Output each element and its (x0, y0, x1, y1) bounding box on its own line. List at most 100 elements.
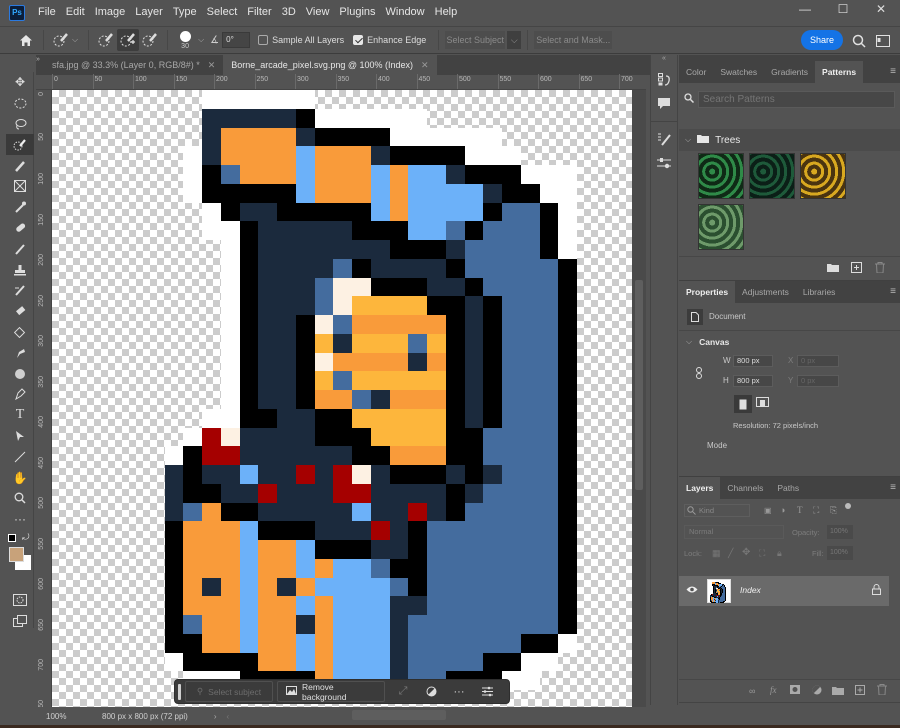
scrollbar-thumb[interactable] (635, 280, 643, 490)
panel-menu-icon[interactable]: ≡ (890, 482, 896, 493)
swap-colors-icon[interactable]: ⤾ (22, 532, 30, 543)
default-colors-icon[interactable] (8, 533, 16, 542)
eraser-tool-icon[interactable] (6, 301, 34, 322)
workspace-icon[interactable] (872, 30, 894, 52)
layer-row[interactable]: Index (679, 576, 889, 606)
tab-properties[interactable]: Properties (679, 281, 736, 303)
menu-select[interactable]: Select (202, 0, 243, 25)
tab-channels[interactable]: Channels (720, 477, 770, 499)
zoom-level[interactable]: 100% (46, 712, 100, 721)
tab-patterns[interactable]: Patterns (815, 61, 864, 83)
filter-adjustment-icon[interactable]: ◑ (780, 505, 785, 515)
lock-artboard-icon[interactable]: ⛶ (759, 548, 765, 559)
checkbox-checked[interactable] (353, 35, 364, 45)
lock-position-icon[interactable]: ✥ (742, 547, 750, 558)
add-mask-icon[interactable] (790, 685, 800, 697)
sponge-tool-icon[interactable] (6, 363, 34, 384)
tab-gradients[interactable]: Gradients (764, 61, 815, 83)
lock-transparent-icon[interactable]: ▦ (712, 548, 721, 559)
delete-layer-icon[interactable] (877, 684, 887, 698)
transform-icon[interactable]: ⤢ (389, 681, 417, 702)
lock-pixels-icon[interactable]: ╱ (728, 548, 733, 559)
adjustment-icon[interactable] (417, 681, 445, 702)
chevron-down-icon[interactable]: ⌵ (72, 35, 78, 45)
close-tab-icon[interactable]: ✕ (421, 60, 429, 71)
type-tool-icon[interactable]: T (6, 405, 34, 426)
menu-filter[interactable]: Filter (242, 0, 276, 25)
new-layer-icon[interactable] (855, 685, 865, 698)
object-selection-tool-icon[interactable] (6, 155, 34, 176)
filter-toggle[interactable] (845, 503, 851, 509)
clone-stamp-tool-icon[interactable] (6, 259, 34, 280)
history-brush-tool-icon[interactable] (6, 280, 34, 301)
more-tools-icon[interactable]: ··· (6, 509, 34, 530)
select-subject-dropdown[interactable]: ⌵ (507, 31, 522, 49)
select-subject-button[interactable]: Select Subject (445, 31, 506, 49)
tab-sfa-jpg[interactable]: sfa.jpg @ 33.3% (Layer 0, RGB/8#) * ✕ (44, 55, 224, 75)
smudge-tool-icon[interactable] (6, 342, 34, 363)
healing-brush-tool-icon[interactable] (6, 218, 34, 239)
x-input[interactable]: 0 px (797, 355, 839, 367)
comments-icon[interactable] (651, 92, 677, 116)
minimize-button[interactable]: — (786, 0, 824, 18)
horizontal-scrollbar-thumb[interactable] (352, 710, 446, 720)
menu-layer[interactable]: Layer (130, 0, 168, 25)
pen-tool-icon[interactable] (6, 384, 34, 405)
tab-borne-arcade[interactable]: Borne_arcade_pixel.svg.png @ 100% (Index… (223, 55, 437, 75)
lock-all-icon[interactable]: 🔒︎ (777, 548, 782, 559)
menu-edit[interactable]: Edit (61, 0, 90, 25)
home-icon[interactable] (15, 29, 37, 51)
zoom-tool-icon[interactable] (6, 488, 34, 509)
filter-pixel-icon[interactable]: ▣ (764, 506, 772, 515)
filter-type-icon[interactable]: T (797, 505, 803, 515)
maximize-button[interactable]: ☐ (824, 0, 862, 18)
chevron-down-icon[interactable]: ⌵ (685, 135, 691, 145)
select-subject-button[interactable]: ⚲ Select subject (185, 681, 273, 702)
select-and-mask-button[interactable]: Select and Mask... (534, 31, 613, 49)
collapse-toolbar-icon[interactable]: » (36, 55, 44, 75)
layer-style-fx-icon[interactable]: fx (770, 685, 777, 695)
checkbox-unchecked[interactable] (258, 35, 269, 45)
foreground-color-swatch[interactable] (9, 546, 24, 562)
search-icon[interactable] (848, 30, 870, 52)
vertical-scrollbar[interactable] (632, 90, 646, 707)
chevron-down-icon[interactable]: ⌵ (198, 35, 204, 45)
angle-input[interactable]: 0° (222, 32, 251, 48)
menu-3d[interactable]: 3D (277, 0, 301, 25)
menu-image[interactable]: Image (90, 0, 131, 25)
paint-bucket-tool-icon[interactable] (6, 322, 34, 343)
filter-shape-icon[interactable]: ⛶ (813, 505, 819, 516)
tab-swatches[interactable]: Swatches (713, 61, 764, 83)
quick-mask-icon[interactable] (6, 590, 34, 611)
tab-libraries[interactable]: Libraries (796, 281, 843, 303)
new-pattern-icon[interactable] (851, 262, 862, 276)
blend-mode-select[interactable]: Normal (684, 525, 784, 539)
new-group-icon[interactable] (832, 686, 844, 698)
menu-window[interactable]: Window (381, 0, 430, 25)
tab-paths[interactable]: Paths (770, 477, 806, 499)
fill-input[interactable]: 100% (827, 546, 853, 560)
status-collapse-icon[interactable]: ‹ (227, 712, 230, 721)
canvas-section-header[interactable]: ⌵ Canvas (679, 331, 900, 353)
hand-tool-icon[interactable]: ✋ (6, 467, 34, 488)
pattern-group-trees[interactable]: ⌵ Trees (679, 129, 900, 151)
collapse-panels-icon[interactable]: « (651, 55, 677, 65)
y-input[interactable]: 0 px (797, 375, 839, 387)
close-button[interactable]: ✕ (862, 0, 900, 18)
eyedropper-tool-icon[interactable] (6, 197, 34, 218)
opacity-input[interactable]: 100% (827, 525, 853, 539)
move-tool-icon[interactable]: ✥ (6, 72, 34, 93)
lasso-tool-icon[interactable] (6, 114, 34, 135)
layer-filter-kind[interactable]: Kind (684, 504, 750, 517)
enhance-edge-checkbox[interactable]: Enhance Edge (353, 35, 426, 45)
more-options-icon[interactable]: ··· (445, 681, 473, 702)
width-input[interactable]: 800 px (733, 355, 773, 367)
share-button[interactable]: Share (801, 30, 843, 50)
portrait-orientation-button[interactable] (734, 395, 752, 413)
trash-icon[interactable] (875, 262, 885, 276)
search-patterns-input[interactable] (698, 90, 895, 108)
screen-mode-icon[interactable] (6, 610, 34, 631)
menu-type[interactable]: Type (168, 0, 202, 25)
history-icon[interactable] (651, 68, 677, 92)
remove-background-button[interactable]: Remove background (277, 681, 385, 702)
